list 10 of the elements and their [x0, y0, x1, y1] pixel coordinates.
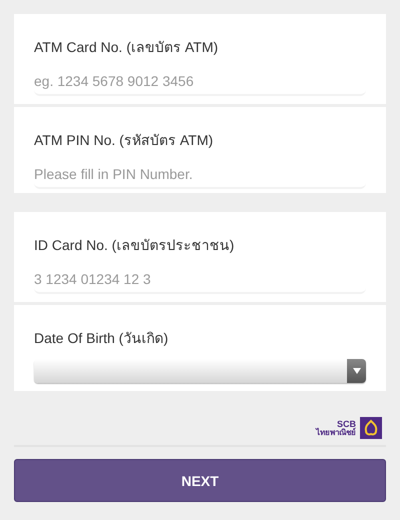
logo-icon — [360, 417, 382, 439]
field-label: ID Card No. (เลขบัตรประชาชน) — [34, 236, 236, 255]
dropdown-field[interactable] — [34, 359, 366, 383]
logo-name: SCB — [336, 420, 356, 428]
field-label: ATM PIN No. (รหัสบัตร ATM) — [34, 131, 214, 150]
field-label: ATM Card No. (เลขบัตร ATM) — [34, 38, 220, 57]
next-button[interactable]: NEXT — [14, 459, 386, 502]
logo-subtitle: ไทยพาณิชย์ — [316, 428, 356, 436]
caret-icon — [352, 368, 360, 374]
field-label: Date Of Birth (วันเกิด) — [34, 329, 170, 348]
